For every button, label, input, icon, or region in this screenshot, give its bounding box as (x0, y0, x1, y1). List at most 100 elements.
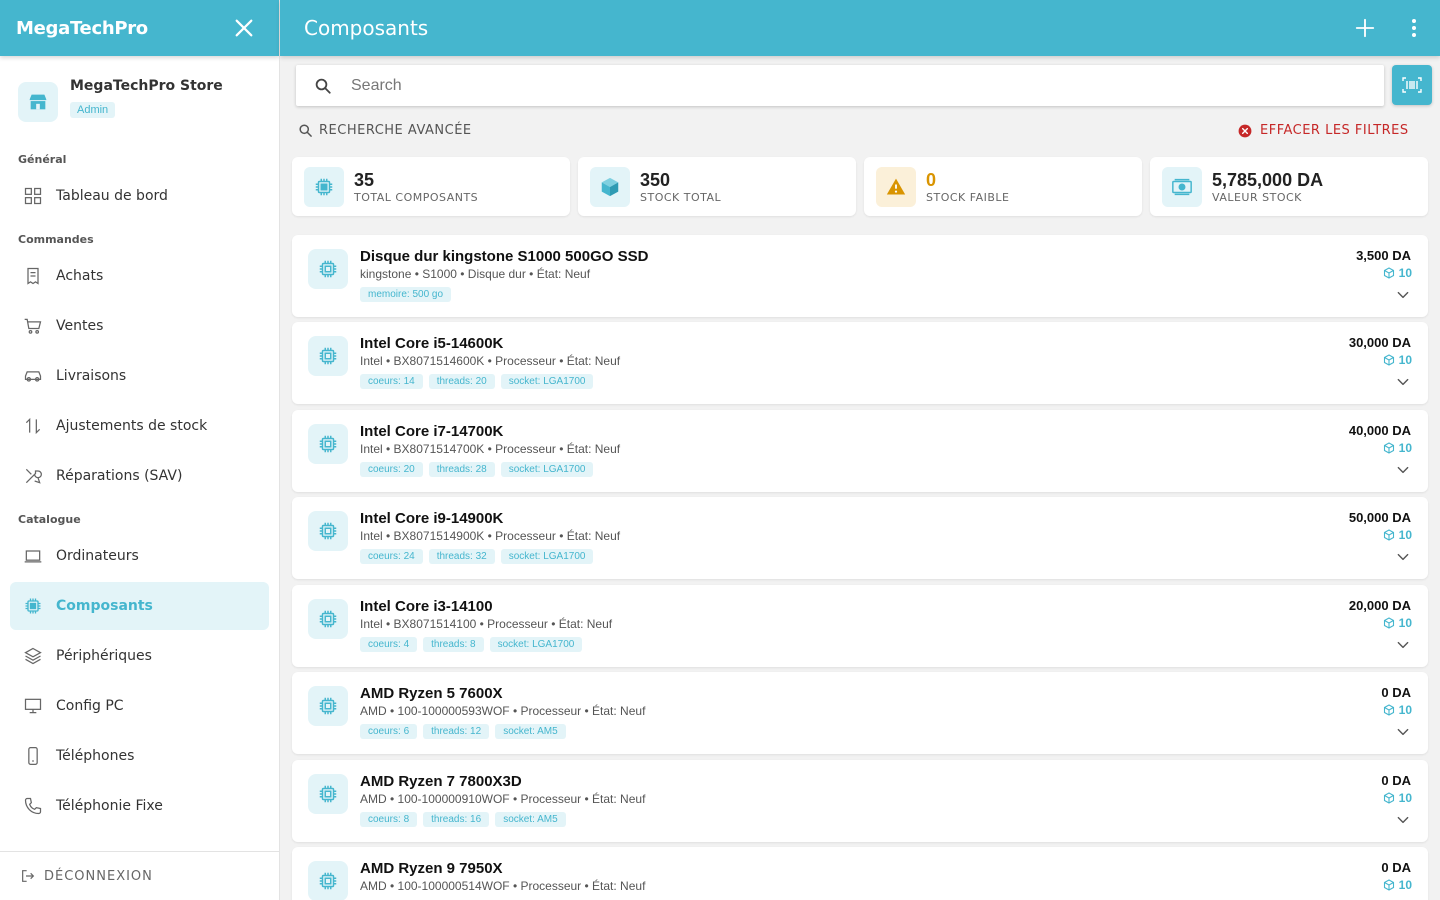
stat-label: VALEUR STOCK (1212, 190, 1302, 204)
stock-count: 10 (1398, 791, 1412, 805)
product-card[interactable]: Intel Core i3-14100 Intel • BX8071514100 … (292, 585, 1428, 667)
barcode-scan-button[interactable] (1392, 65, 1432, 105)
box-icon (1383, 529, 1395, 541)
sidebar-item-telephonie-fixe[interactable]: Téléphonie Fixe (10, 782, 269, 830)
cube-icon (590, 166, 630, 207)
clear-filters-label: EFFACER LES FILTRES (1260, 123, 1409, 138)
search-icon (315, 78, 331, 94)
product-subtitle: Intel • BX8071514700K • Processeur • Éta… (360, 442, 621, 456)
sidebar-item-ventes[interactable]: Ventes (10, 302, 269, 350)
sidebar-item-livraisons[interactable]: Livraisons (10, 352, 269, 400)
product-subtitle: kingstone • S1000 • Disque dur • État: N… (360, 267, 591, 281)
stock-count: 10 (1398, 528, 1412, 542)
stock-count: 10 (1398, 878, 1412, 892)
product-card[interactable]: AMD Ryzen 7 7800X3D AMD • 100-100000910WO… (292, 760, 1428, 842)
box-icon (1383, 879, 1395, 891)
search-bar (296, 65, 1384, 106)
product-subtitle: Intel • BX8071514600K • Processeur • Éta… (360, 354, 621, 368)
sidebar-item-composants[interactable]: Composants (10, 582, 269, 630)
chevron-down-icon[interactable] (1396, 288, 1410, 302)
spec-tags: coeurs: 8 threads: 16 socket: AM5 (360, 812, 566, 827)
sidebar-item-label: Ventes (56, 318, 104, 334)
product-card[interactable]: Disque dur kingstone S1000 500GO SSD king… (292, 235, 1428, 317)
sidebar-item-reparations[interactable]: Réparations (SAV) (10, 452, 269, 500)
advanced-search-toggle[interactable]: RECHERCHE AVANCÉE (298, 123, 472, 138)
add-icon[interactable] (1354, 17, 1376, 39)
sidebar-item-ajustements[interactable]: Ajustements de stock (10, 402, 269, 450)
stat-stock-total: 350 STOCK TOTAL (578, 157, 856, 216)
sidebar-item-label: Config PC (56, 698, 124, 714)
barcode-icon (1402, 77, 1422, 93)
stock-indicator: 10 (1383, 441, 1412, 455)
box-icon (1383, 267, 1395, 279)
product-price: 40,000 DA (1348, 423, 1411, 438)
search-input[interactable] (351, 76, 1351, 95)
product-name: AMD Ryzen 5 7600X (360, 685, 503, 702)
chip-icon (308, 424, 348, 464)
logout-button[interactable]: DÉCONNEXION (0, 851, 279, 900)
sidebar-item-label: Livraisons (56, 368, 127, 384)
logout-label: DÉCONNEXION (44, 868, 153, 884)
clear-filters-button[interactable]: EFFACER LES FILTRES (1238, 123, 1409, 138)
sidebar-item-ordinateurs[interactable]: Ordinateurs (10, 532, 269, 580)
stock-count: 10 (1398, 353, 1412, 367)
stat-label: STOCK FAIBLE (926, 190, 1010, 204)
spec-tag: coeurs: 6 (360, 724, 418, 739)
warning-icon (876, 166, 916, 207)
close-icon[interactable] (233, 17, 255, 39)
phone-icon (28, 747, 38, 765)
layers-icon (24, 647, 42, 665)
spec-tag: threads: 16 (423, 812, 490, 827)
sidebar-item-achats[interactable]: Achats (10, 252, 269, 300)
spec-tag: threads: 32 (428, 549, 495, 564)
brand-name: MegaTechPro (16, 17, 148, 39)
product-card[interactable]: AMD Ryzen 9 7950X AMD • 100-100000514WOF … (292, 847, 1428, 900)
logout-icon (22, 870, 35, 882)
sidebar-item-label: Téléphonie Fixe (56, 798, 163, 814)
chevron-down-icon[interactable] (1396, 813, 1410, 827)
spec-tags: coeurs: 6 threads: 12 socket: AM5 (360, 724, 566, 739)
sidebar-item-label: Périphériques (56, 648, 152, 664)
stat-label: TOTAL COMPOSANTS (354, 190, 479, 204)
chip-icon (304, 166, 344, 207)
sidebar-item-tableau-de-bord[interactable]: Tableau de bord (10, 172, 269, 220)
sidebar-item-telephones[interactable]: Téléphones (10, 732, 269, 780)
product-name: Intel Core i7-14700K (360, 423, 504, 440)
spec-tag: threads: 12 (423, 724, 490, 739)
chevron-down-icon[interactable] (1396, 550, 1410, 564)
product-price: 3,500 DA (1356, 248, 1411, 263)
product-name: Intel Core i3-14100 (360, 598, 493, 615)
sidebar-item-config-pc[interactable]: Config PC (10, 682, 269, 730)
spec-tag: threads: 28 (428, 462, 495, 477)
more-vertical-icon[interactable] (1402, 16, 1426, 40)
chevron-down-icon[interactable] (1396, 375, 1410, 389)
chip-icon (308, 861, 348, 900)
store-info: MegaTechPro Store Admin (0, 56, 279, 150)
chevron-down-icon[interactable] (1396, 463, 1410, 477)
stock-count: 10 (1398, 441, 1412, 455)
product-card[interactable]: AMD Ryzen 5 7600X AMD • 100-100000593WOF … (292, 672, 1428, 754)
product-card[interactable]: Intel Core i5-14600K Intel • BX8071514600… (292, 322, 1428, 404)
stat-value: 35 (354, 169, 375, 190)
stock-count: 10 (1398, 616, 1412, 630)
swap-vertical-icon (25, 417, 41, 435)
section-catalogue: Catalogue (18, 513, 81, 526)
sidebar-item-peripheriques[interactable]: Périphériques (10, 632, 269, 680)
box-icon (1383, 704, 1395, 716)
advanced-search-label: RECHERCHE AVANCÉE (319, 123, 472, 138)
product-card[interactable]: Intel Core i7-14700K Intel • BX8071514700… (292, 410, 1428, 492)
chevron-down-icon[interactable] (1396, 638, 1410, 652)
box-icon (1383, 617, 1395, 629)
monitor-icon (24, 698, 42, 714)
spec-tags: coeurs: 20 threads: 28 socket: LGA1700 (360, 462, 594, 477)
stock-indicator: 10 (1383, 616, 1412, 630)
product-card[interactable]: Intel Core i9-14900K Intel • BX8071514900… (292, 497, 1428, 579)
product-subtitle: AMD • 100-100000910WOF • Processeur • Ét… (360, 792, 646, 806)
stat-stock-faible: 0 STOCK FAIBLE (864, 157, 1142, 216)
spec-tags: coeurs: 24 threads: 32 socket: LGA1700 (360, 549, 594, 564)
chevron-down-icon[interactable] (1396, 725, 1410, 739)
product-price: 50,000 DA (1348, 510, 1411, 525)
stock-indicator: 10 (1383, 791, 1412, 805)
box-icon (1383, 354, 1395, 366)
chip-icon (308, 249, 348, 289)
